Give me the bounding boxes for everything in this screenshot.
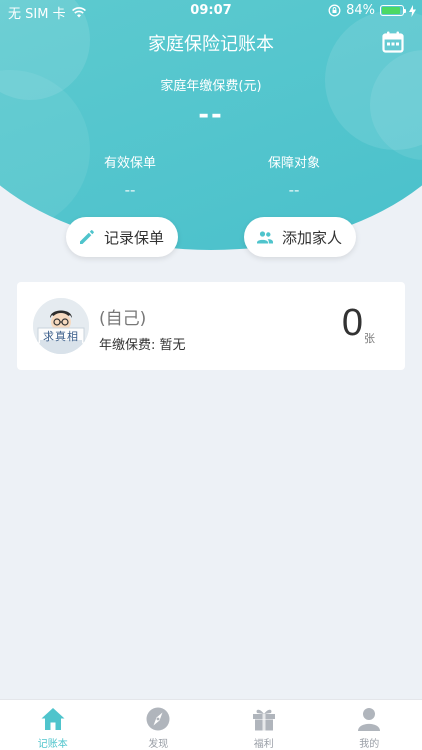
decor-bubble — [0, 70, 90, 230]
member-name: (自己) — [99, 309, 147, 329]
charging-icon — [409, 4, 416, 17]
tab-label: 我的 — [359, 739, 380, 750]
policy-count-unit: 张 — [364, 332, 375, 345]
battery-level — [382, 7, 401, 14]
stat-label: 有效保单 — [103, 156, 156, 171]
tab-ledger[interactable]: 记账本 — [0, 700, 106, 750]
battery-percent: 84% — [346, 3, 375, 18]
bottom-tab-bar: 记账本 发现 福利 我的 — [0, 699, 422, 750]
tab-me[interactable]: 我的 — [317, 700, 422, 750]
member-annual-premium: 年缴保费: 暂无 — [99, 338, 186, 353]
member-card[interactable]: 求真相 (自己) 年缴保费: 暂无 0 张 — [17, 282, 405, 370]
calendar-icon[interactable] — [382, 31, 404, 53]
record-policy-label: 记录保单 — [104, 228, 165, 247]
battery-icon — [380, 5, 406, 16]
gift-icon — [252, 709, 275, 731]
stat-active-policies[interactable]: 有效保单 -- — [60, 152, 200, 199]
user-icon — [358, 708, 381, 731]
avatar: 求真相 — [33, 298, 89, 354]
add-family-button[interactable]: 添加家人 — [244, 217, 356, 257]
tab-label: 记账本 — [37, 739, 68, 750]
stat-value: -- — [288, 181, 300, 199]
compass-icon — [146, 707, 170, 731]
avatar-sign-text: 求真相 — [43, 330, 79, 343]
tab-discover[interactable]: 发现 — [106, 700, 212, 750]
stat-label: 保障对象 — [267, 156, 320, 171]
annual-premium-label: 家庭年缴保费(元) — [160, 79, 262, 94]
people-icon — [257, 231, 273, 244]
avatar-cartoon — [33, 298, 89, 354]
tab-benefits[interactable]: 福利 — [211, 700, 317, 750]
policy-count: 0 — [341, 302, 363, 344]
page-title: 家庭保险记账本 — [148, 34, 274, 55]
tab-label: 发现 — [148, 739, 169, 750]
annual-premium-value: -- — [198, 100, 224, 130]
app-screen: 无 SIM 卡 09:07 84% 家庭保险记账本 家庭年缴保费(元) -- 有… — [0, 0, 422, 750]
record-policy-button[interactable]: 记录保单 — [66, 217, 178, 257]
stat-insured-people[interactable]: 保障对象 -- — [224, 152, 364, 199]
stat-value: -- — [124, 181, 136, 199]
pencil-icon — [80, 230, 94, 244]
home-icon — [41, 708, 65, 730]
orientation-lock-icon — [328, 4, 341, 17]
add-family-label: 添加家人 — [282, 228, 343, 247]
tab-label: 福利 — [253, 739, 274, 750]
status-bar: 无 SIM 卡 09:07 84% — [0, 0, 422, 22]
